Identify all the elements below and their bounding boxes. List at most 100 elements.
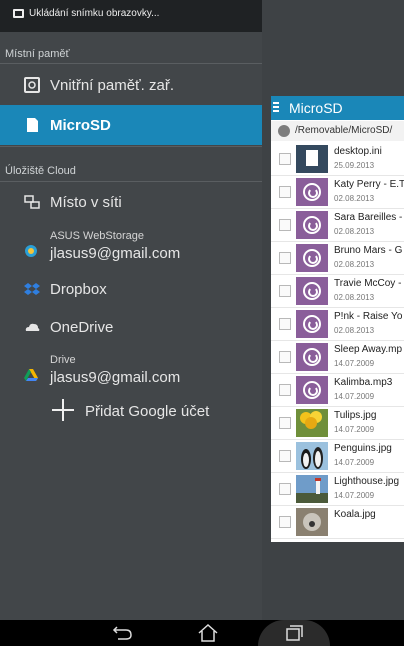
path-icon (278, 125, 290, 137)
image-thumbnail (296, 409, 328, 437)
file-name: Lighthouse.jpg (334, 476, 400, 487)
sd-card-icon (27, 118, 38, 132)
add-icon[interactable] (52, 399, 74, 421)
home-icon[interactable] (196, 624, 220, 642)
row-checkbox[interactable] (279, 252, 291, 264)
file-date: 02.08.2013 (334, 227, 375, 236)
file-name: Penguins.jpg (334, 443, 392, 454)
file-name: Koala.jpg (334, 509, 376, 520)
menu-icon[interactable] (273, 102, 279, 104)
row-checkbox[interactable] (279, 153, 291, 165)
account-email: jlasus9@gmail.com (50, 369, 181, 386)
row-checkbox[interactable] (279, 318, 291, 330)
service-name: Drive (50, 354, 76, 366)
notification: Ukládání snímku obrazovky... (13, 8, 159, 19)
music-file-icon (296, 310, 328, 338)
row-checkbox[interactable] (279, 417, 291, 429)
file-row[interactable]: Travie McCoy - 02.08.2013 (271, 275, 404, 308)
google-drive-icon (24, 369, 38, 381)
file-row[interactable]: Sleep Away.mp 14.07.2009 (271, 341, 404, 374)
file-name: Tulips.jpg (334, 410, 377, 421)
music-file-icon (296, 244, 328, 272)
onedrive-icon (25, 323, 40, 331)
add-google-account-button[interactable]: Přidat Google účet (85, 403, 209, 420)
local-storage-header: Místní paměť (5, 48, 70, 60)
navigation-drawer: Místní paměť Vnitřní paměť. zař. MicroSD… (0, 32, 262, 620)
file-name: Travie McCoy - (334, 278, 402, 289)
breadcrumb: /Removable/MicroSD/ (271, 121, 404, 141)
file-date: 02.08.2013 (334, 194, 375, 203)
recent-apps-icon[interactable] (282, 624, 306, 642)
row-checkbox[interactable] (279, 219, 291, 231)
drawer-item-label: Dropbox (50, 280, 107, 298)
file-row[interactable]: Kalimba.mp3 14.07.2009 (271, 374, 404, 407)
file-row[interactable]: Sara Bareilles - 02.08.2013 (271, 209, 404, 242)
row-checkbox[interactable] (279, 483, 291, 495)
drawer-item-label: MicroSD (50, 116, 111, 134)
drawer-item-internal-storage[interactable]: Vnitřní paměť. zař. (0, 65, 262, 105)
drawer-item-dropbox[interactable]: Dropbox (0, 269, 262, 309)
file-date: 25.09.2013 (334, 161, 375, 170)
file-name: desktop.ini (334, 146, 382, 157)
file-date: 14.07.2009 (334, 359, 375, 368)
row-checkbox[interactable] (279, 285, 291, 297)
account-email: jlasus9@gmail.com (50, 245, 181, 262)
file-row[interactable]: Katy Perry - E.T 02.08.2013 (271, 176, 404, 209)
cloud-storage-header: Úložiště Cloud (5, 165, 76, 177)
music-file-icon (296, 277, 328, 305)
music-file-icon (296, 178, 328, 206)
music-file-icon (296, 343, 328, 371)
image-thumbnail (296, 508, 328, 536)
file-name: Sara Bareilles - (334, 212, 403, 223)
drawer-item-label: Vnitřní paměť. zař. (50, 76, 175, 94)
file-date: 14.07.2009 (334, 491, 375, 500)
file-date: 02.08.2013 (334, 326, 375, 335)
notification-text: Ukládání snímku obrazovky... (29, 8, 160, 19)
file-name: Kalimba.mp3 (334, 377, 393, 388)
drawer-item-microsd[interactable]: MicroSD (0, 105, 262, 145)
file-row[interactable]: Lighthouse.jpg 14.07.2009 (271, 473, 404, 506)
row-checkbox[interactable] (279, 351, 291, 363)
file-row[interactable]: Tulips.jpg 14.07.2009 (271, 407, 404, 440)
panel-header: MicroSD (271, 96, 404, 120)
row-checkbox[interactable] (279, 186, 291, 198)
file-row[interactable]: Bruno Mars - G 02.08.2013 (271, 242, 404, 275)
row-checkbox[interactable] (279, 450, 291, 462)
file-row[interactable]: Koala.jpg (271, 506, 404, 539)
file-date: 14.07.2009 (334, 392, 375, 401)
music-file-icon (296, 376, 328, 404)
drawer-item-network-place[interactable]: Místo v síti (0, 182, 262, 222)
file-row[interactable]: desktop.ini 25.09.2013 (271, 143, 404, 176)
document-icon (296, 145, 328, 173)
drawer-item-google-drive[interactable]: Drive jlasus9@gmail.com (0, 352, 262, 396)
image-thumbnail (296, 442, 328, 470)
file-date: 02.08.2013 (334, 260, 375, 269)
file-name: Katy Perry - E.T (334, 179, 404, 190)
row-checkbox[interactable] (279, 516, 291, 528)
row-checkbox[interactable] (279, 384, 291, 396)
screenshot-icon (13, 9, 24, 18)
divider (0, 146, 262, 147)
panel-title: MicroSD (289, 100, 343, 116)
file-list-panel: MicroSD /Removable/MicroSD/ desktop.ini … (271, 96, 404, 542)
drawer-item-label: OneDrive (50, 318, 114, 336)
image-thumbnail (296, 475, 328, 503)
path-text: /Removable/MicroSD/ (295, 125, 393, 136)
device-storage-icon (24, 77, 40, 93)
file-date: 14.07.2009 (334, 425, 375, 434)
back-icon[interactable] (110, 624, 134, 642)
file-date: 02.08.2013 (334, 293, 375, 302)
file-name: Bruno Mars - G (334, 245, 403, 256)
service-name: ASUS WebStorage (50, 230, 144, 242)
file-name: Sleep Away.mp (334, 344, 403, 355)
file-row[interactable]: P!nk - Raise Yo 02.08.2013 (271, 308, 404, 341)
divider (0, 63, 262, 64)
file-row[interactable]: Penguins.jpg 14.07.2009 (271, 440, 404, 473)
drawer-item-onedrive[interactable]: OneDrive (0, 307, 262, 347)
music-file-icon (296, 211, 328, 239)
drawer-item-label: Místo v síti (50, 193, 122, 211)
file-name: P!nk - Raise Yo (334, 311, 403, 322)
drawer-item-asus-webstorage[interactable]: ASUS WebStorage jlasus9@gmail.com (0, 228, 262, 272)
file-date: 14.07.2009 (334, 458, 375, 467)
dropbox-icon (24, 283, 40, 295)
